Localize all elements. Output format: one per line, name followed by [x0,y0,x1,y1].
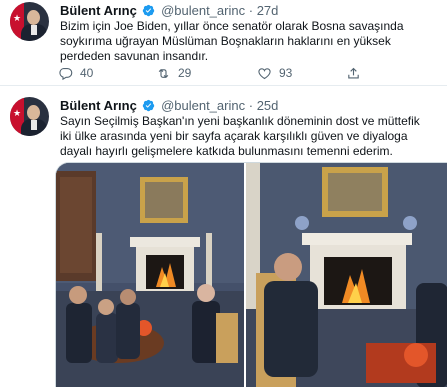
retweet-icon [158,68,169,78]
tweet-time[interactable]: 25d [257,98,279,113]
photo-meeting-fireplace-wide[interactable] [56,163,244,387]
tweet-header: Bülent Arınç @bulent_arinc · 27d [60,3,278,19]
like-button[interactable]: 93 [257,64,292,82]
share-icon [348,67,359,78]
star-icon: ★ [13,13,22,23]
retweet-button[interactable]: 29 [156,64,191,82]
avatar[interactable]: ★ [10,97,49,136]
reply-count: 40 [80,66,94,80]
tweet-header: Bülent Arınç @bulent_arinc · 25d [60,98,278,114]
author-handle[interactable]: @bulent_arinc [161,3,245,18]
tweet-time[interactable]: 27d [257,3,279,18]
tweet[interactable]: ★ Bülent Arınç @bulent_arinc · 27d Bizim… [0,0,447,86]
author-name[interactable]: Bülent Arınç [60,98,137,113]
verified-badge-icon [143,4,155,17]
tweet-actions: 40 29 93 [58,64,361,82]
author-handle[interactable]: @bulent_arinc [161,98,245,113]
separator: · [248,3,254,18]
tweet-media [55,162,447,387]
photo-meeting-fireplace-closeup[interactable] [246,163,447,387]
tweet-text: Bizim için Joe Biden, yıllar önce senatö… [60,19,404,63]
verified-badge-icon [143,99,155,112]
avatar[interactable]: ★ [10,2,49,41]
reply-icon [59,67,73,80]
tweet[interactable]: ★ Bülent Arınç @bulent_arinc · 25d Sayın… [0,86,447,387]
author-name[interactable]: Bülent Arınç [60,3,137,18]
separator: · [248,98,254,113]
meeting-photo-graphic [56,163,244,387]
reply-button[interactable]: 40 [58,64,93,82]
retweet-count: 29 [178,66,192,80]
tweet-text: Sayın Seçilmiş Başkan'ın yeni başkanlık … [60,114,420,158]
like-count: 93 [279,66,293,80]
like-icon [258,67,271,79]
meeting-photo-graphic [246,163,447,387]
share-button[interactable] [346,64,361,82]
star-icon: ★ [13,108,22,118]
